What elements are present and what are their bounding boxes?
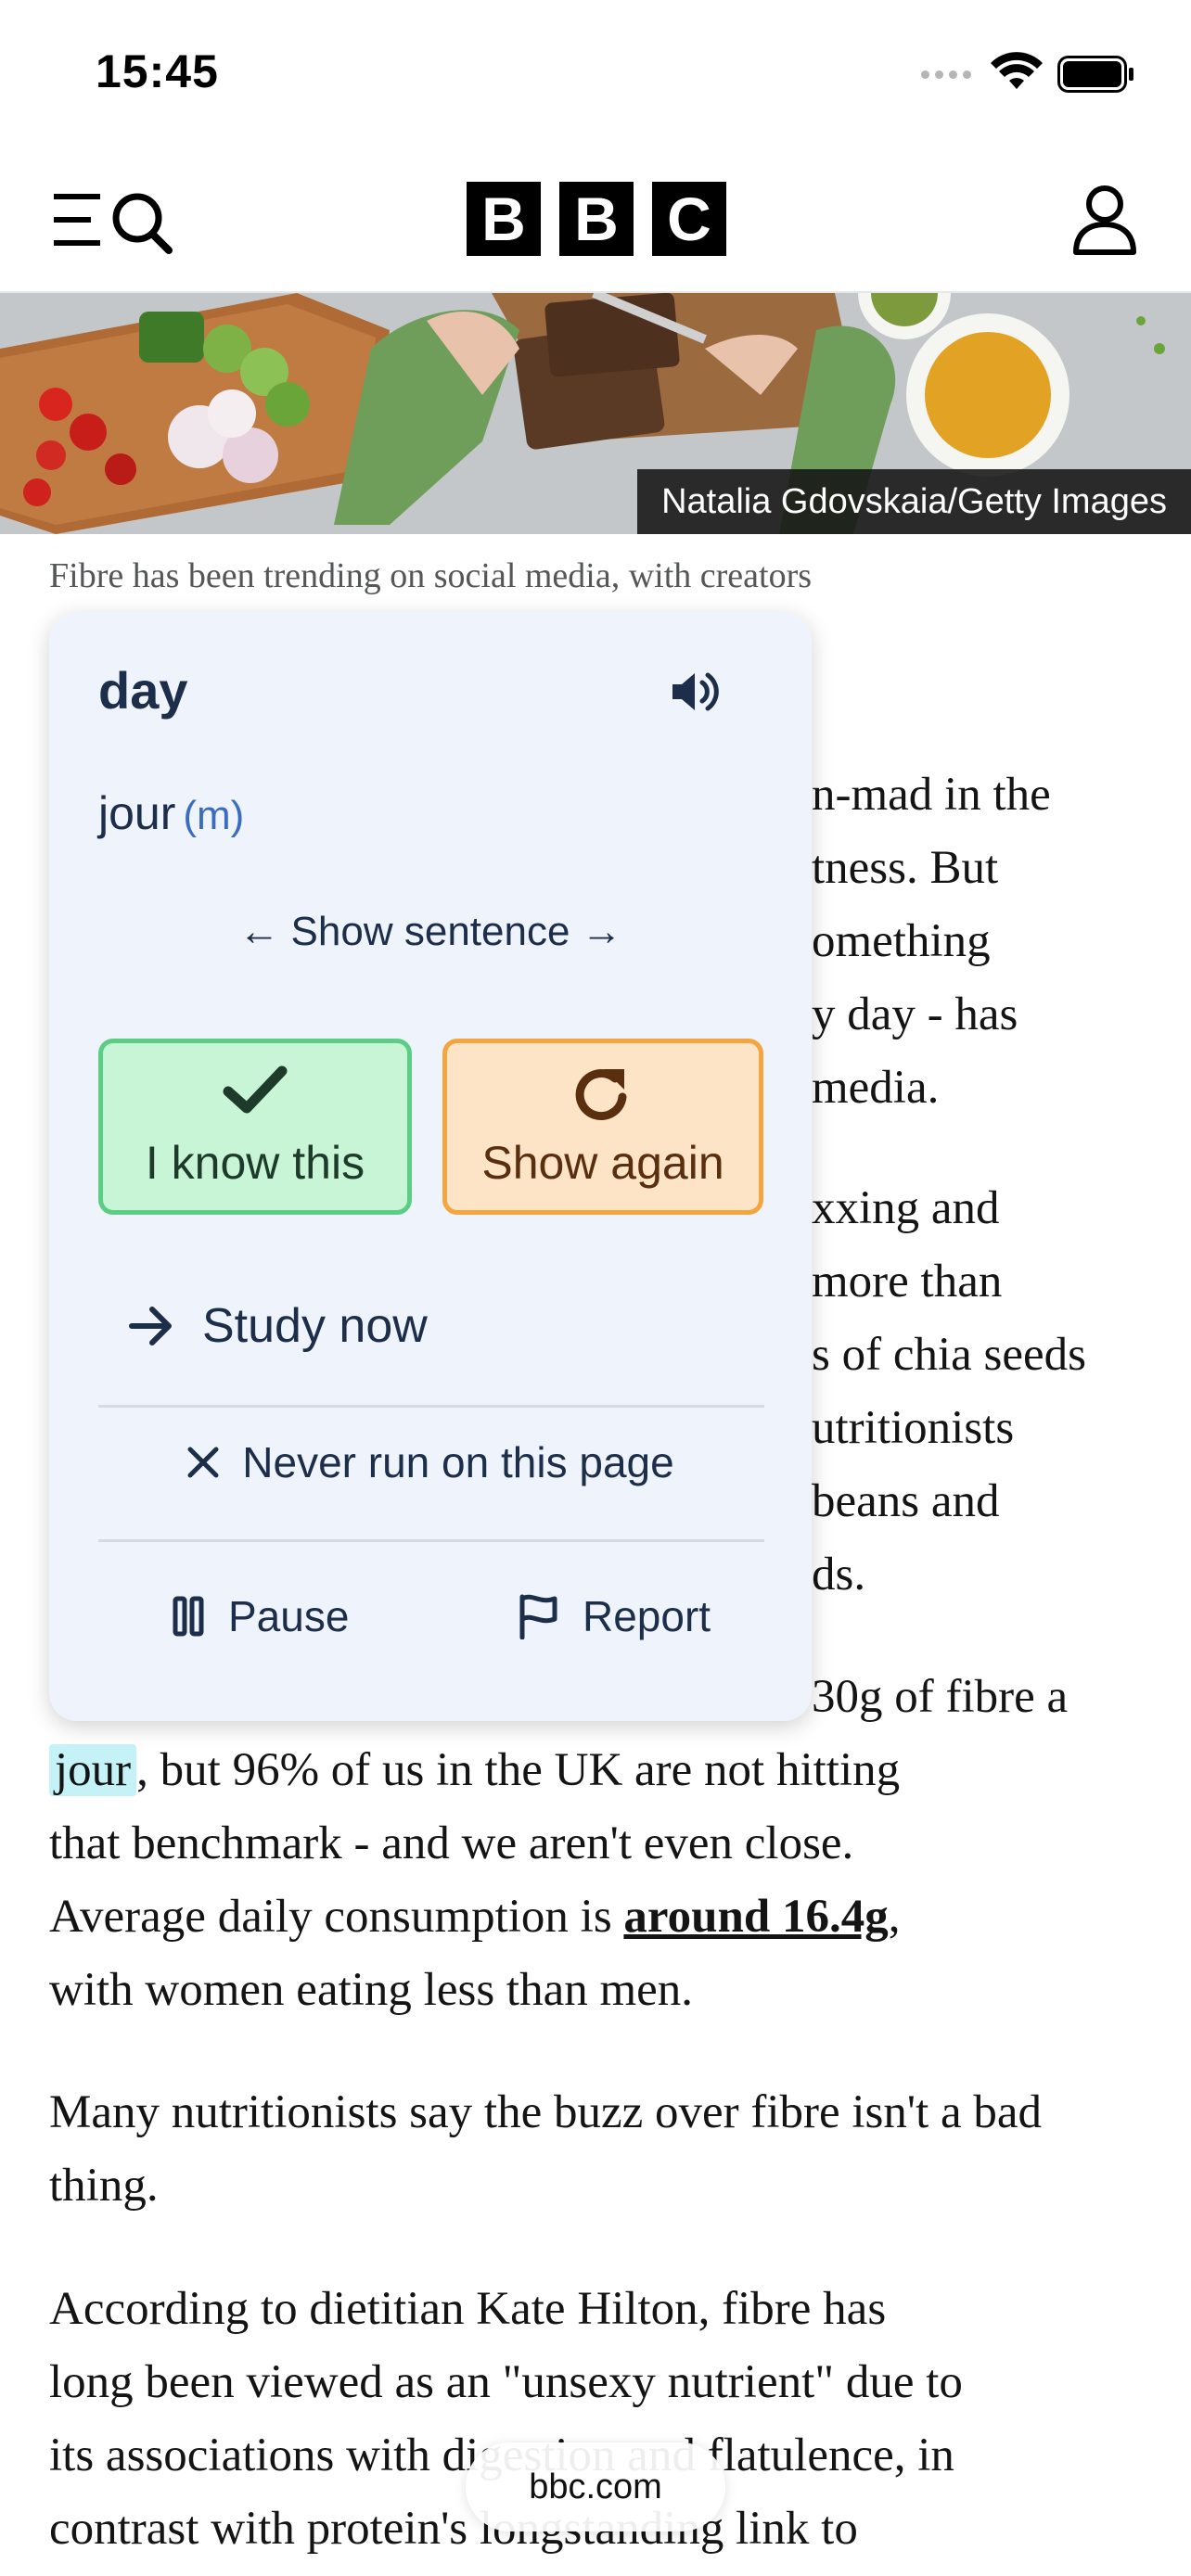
article-text: ,	[888, 1891, 901, 1943]
logo-letter: C	[652, 182, 726, 256]
article-fragment: xxing and	[812, 1182, 1000, 1234]
close-icon	[187, 1447, 219, 1478]
image-credit: Natalia Gdovskaia/Getty Images	[637, 469, 1191, 534]
article-text: Average daily consumption is	[49, 1891, 624, 1943]
logo-letter: B	[467, 182, 541, 256]
popup-translation: jour (m)	[98, 786, 244, 840]
battery-icon	[1057, 56, 1133, 93]
article-fragment: media.	[812, 1062, 940, 1114]
show-sentence-button[interactable]: ← Show sentence →	[49, 909, 812, 955]
article-fragment: beans and	[812, 1475, 1000, 1527]
article-fragment: n-mad in the	[812, 769, 1051, 821]
pause-button[interactable]: Pause	[173, 1591, 349, 1641]
pause-icon	[173, 1596, 204, 1637]
status-bar: 15:45	[0, 0, 1191, 148]
divider	[98, 1539, 764, 1542]
gender-tag: (m)	[183, 793, 245, 838]
report-button[interactable]: Report	[518, 1591, 711, 1641]
show-again-button[interactable]: Show again	[442, 1039, 763, 1215]
never-label: Never run on this page	[242, 1438, 674, 1486]
hero-image: Natalia Gdovskaia/Getty Images	[0, 293, 1191, 534]
popup-word: day	[98, 661, 188, 720]
checkmark-icon	[223, 1065, 288, 1114]
article-fragment: 30g of fibre a	[812, 1671, 1069, 1723]
article-text: According to dietitian Kate Hilton, fibr…	[49, 2283, 887, 2335]
article-paragraph: Many nutritionists say the buzz over fib…	[49, 2086, 1043, 2212]
cellular-signal-icon	[921, 70, 971, 79]
article-fragment: more than	[812, 1256, 1003, 1307]
article-fragment: tness. But	[812, 842, 999, 894]
pause-label: Pause	[228, 1592, 350, 1640]
translation-text: jour	[98, 787, 176, 839]
highlighted-word[interactable]: jour	[49, 1744, 137, 1796]
bbc-logo[interactable]: B B C	[467, 182, 726, 256]
i-know-this-button[interactable]: I know this	[98, 1039, 412, 1215]
flag-icon	[519, 1594, 557, 1639]
site-header: B B C	[0, 148, 1191, 294]
article-link[interactable]: around 16.4g	[623, 1891, 888, 1943]
article-fragment: utritionists	[812, 1402, 1015, 1454]
menu-search-icon[interactable]	[51, 183, 176, 257]
redo-icon	[575, 1069, 627, 1120]
never-run-button[interactable]: Never run on this page	[49, 1437, 812, 1487]
article-fragment: ds.	[812, 1549, 866, 1600]
account-icon[interactable]	[1071, 184, 1138, 256]
speaker-icon[interactable]	[667, 664, 723, 720]
article-fragment: y day - has	[812, 988, 1018, 1040]
article-text: long been viewed as an "unsexy nutrient"…	[49, 2356, 963, 2408]
know-label: I know this	[145, 1137, 365, 1189]
divider	[98, 1405, 764, 1408]
status-time: 15:45	[96, 45, 219, 97]
article-paragraph: jour, but 96% of us in the UK are not hi…	[49, 1734, 1162, 2027]
logo-letter: B	[559, 182, 634, 256]
caption-text: Fibre has been trending on social media,…	[49, 556, 813, 595]
article-text: , but 96% of us in the UK are not hittin…	[136, 1744, 901, 1796]
article-text: with women eating less than men.	[49, 1964, 694, 2016]
wifi-icon	[991, 52, 1043, 89]
arrow-right-icon	[129, 1307, 172, 1345]
article-fragment: s of chia seeds	[812, 1329, 1086, 1381]
article-text: that benchmark - and we aren't even clos…	[49, 1817, 854, 1869]
image-caption: Fibre has been trending on social media,…	[49, 555, 1144, 597]
browser-url-bar[interactable]: bbc.com	[466, 2442, 725, 2531]
study-now-button[interactable]: Study now	[128, 1289, 428, 1363]
article-fragment: omething	[812, 915, 991, 967]
again-label: Show again	[481, 1137, 724, 1189]
translation-popup: day jour (m) ← Show sentence → I know thi…	[49, 612, 812, 1721]
study-label: Study now	[202, 1299, 428, 1353]
report-label: Report	[583, 1592, 711, 1640]
